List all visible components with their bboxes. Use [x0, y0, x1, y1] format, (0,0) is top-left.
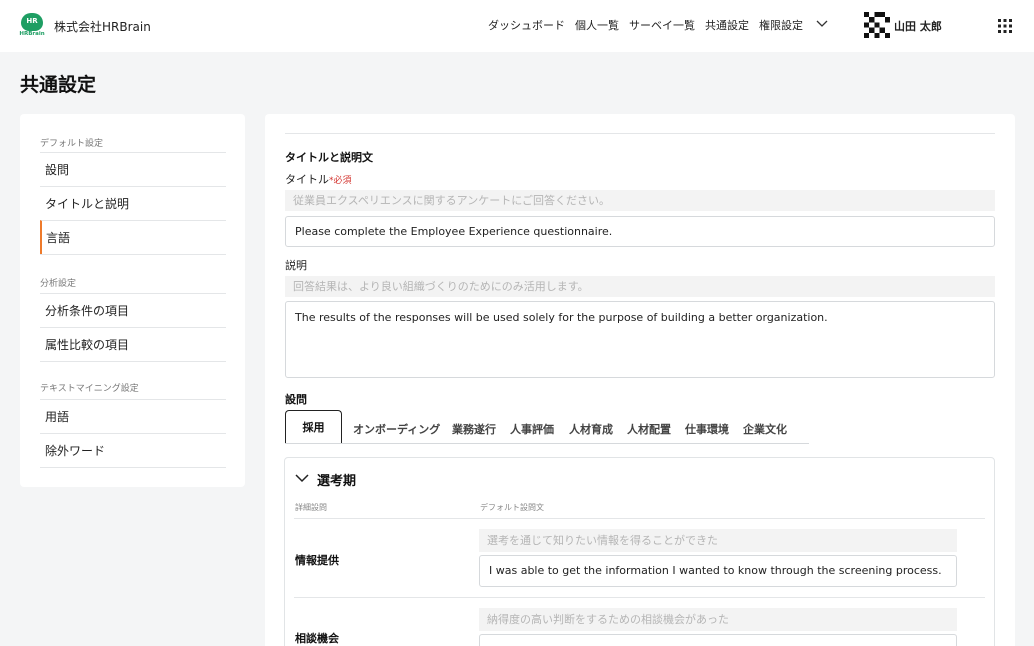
- sidebar-item-attribute-comparison[interactable]: 属性比較の項目: [40, 327, 226, 361]
- logo-badge: HR: [21, 13, 43, 31]
- global-nav: ダッシュボード 個人一覧 サーベイ一覧 共通設定 権限設定: [488, 18, 803, 34]
- sidebar-item-excluded-words[interactable]: 除外ワード: [40, 433, 226, 467]
- row-label: 相談機会: [295, 632, 339, 645]
- tab-development[interactable]: 人材育成: [569, 421, 613, 437]
- title-input[interactable]: Please complete the Employee Experience …: [285, 216, 995, 247]
- tab-culture[interactable]: 企業文化: [743, 421, 787, 437]
- sidebar-section-text-mining: テキストマイニング設定: [40, 384, 139, 394]
- sidebar-item-analysis-conditions[interactable]: 分析条件の項目: [40, 293, 226, 327]
- group-title[interactable]: 選考期: [317, 470, 356, 489]
- avatar[interactable]: [864, 12, 890, 38]
- sidebar-item-language[interactable]: 言語: [40, 220, 226, 254]
- row-question-input[interactable]: [479, 634, 957, 646]
- nav-individuals[interactable]: 個人一覧: [575, 18, 619, 34]
- section-title-description: タイトルと説明文: [285, 151, 373, 164]
- settings-sidebar: デフォルト設定 設問 タイトルと説明 言語 分析設定 分析条件の項目 属性比較の…: [20, 114, 245, 487]
- row-default-text: 選考を通じて知りたい情報を得ることができた: [479, 529, 957, 552]
- top-bar: HR HRBrain 株式会社HRBrain ダッシュボード 個人一覧 サーベイ…: [0, 0, 1034, 52]
- category-tabs: 採用 オンボーディング 業務遂行 人事評価 人材育成 人材配置 仕事環境 企業文…: [285, 410, 809, 444]
- description-textarea[interactable]: The results of the responses will be use…: [285, 301, 995, 378]
- sidebar-section-analysis: 分析設定: [40, 279, 77, 289]
- required-text: 必須: [333, 176, 352, 186]
- sidebar-item-terms[interactable]: 用語: [40, 399, 226, 433]
- title-default-text: 従業員エクスペリエンスに関するアンケートにご回答ください。: [285, 190, 995, 211]
- description-default-text: 回答結果は、より良い組織づくりのためにのみ活用します。: [285, 276, 995, 297]
- row-label: 情報提供: [295, 554, 339, 567]
- title-label-text: タイトル: [285, 173, 329, 186]
- tab-evaluation[interactable]: 人事評価: [510, 421, 554, 437]
- tab-onboarding[interactable]: オンボーディング: [353, 421, 440, 437]
- sidebar-divider: [40, 254, 226, 255]
- sidebar-divider: [40, 361, 226, 362]
- tab-work-execution[interactable]: 業務遂行: [452, 421, 496, 437]
- description-label: 説明: [285, 259, 307, 272]
- tab-work-environment[interactable]: 仕事環境: [685, 421, 729, 437]
- app-grid-icon[interactable]: [998, 19, 1012, 33]
- row-default-text: 納得度の高い判断をするための相談機会があった: [479, 608, 957, 631]
- chevron-down-icon[interactable]: [295, 472, 309, 484]
- row-divider: [294, 597, 985, 598]
- title-label: タイトル*必須: [285, 171, 352, 187]
- main-panel: タイトルと説明文 タイトル*必須 従業員エクスペリエンスに関するアンケートにご回…: [265, 114, 1015, 646]
- user-name[interactable]: 山田 太郎: [894, 18, 942, 34]
- nav-permission-settings[interactable]: 権限設定: [759, 18, 803, 34]
- tab-placement[interactable]: 人材配置: [627, 421, 671, 437]
- required-badge: *必須: [329, 176, 352, 186]
- nav-common-settings[interactable]: 共通設定: [705, 18, 749, 34]
- chevron-down-icon[interactable]: [815, 16, 829, 30]
- tab-recruitment[interactable]: 採用: [285, 410, 342, 443]
- company-name: 株式会社HRBrain: [54, 20, 151, 34]
- sidebar-section-default: デフォルト設定: [40, 139, 104, 149]
- row-divider: [294, 518, 985, 519]
- nav-dashboard[interactable]: ダッシュボード: [488, 18, 565, 34]
- hrbrain-logo[interactable]: HR HRBrain: [18, 13, 46, 39]
- logo-wordmark: HRBrain: [19, 31, 45, 37]
- sidebar-item-title-description[interactable]: タイトルと説明: [40, 186, 226, 220]
- sidebar-divider: [40, 467, 226, 468]
- divider: [285, 133, 995, 134]
- row-question-input[interactable]: I was able to get the information I want…: [479, 555, 957, 587]
- sidebar-item-questions[interactable]: 設問: [40, 152, 226, 186]
- questions-label: 設問: [285, 393, 307, 406]
- nav-surveys[interactable]: サーベイ一覧: [629, 18, 695, 34]
- column-header-detail: 詳細設問: [295, 503, 327, 512]
- question-group-card: 選考期 詳細設問 デフォルト設問文 情報提供 選考を通じて知りたい情報を得ること…: [284, 457, 995, 646]
- page-title: 共通設定: [20, 74, 97, 96]
- column-header-default: デフォルト設問文: [480, 503, 544, 512]
